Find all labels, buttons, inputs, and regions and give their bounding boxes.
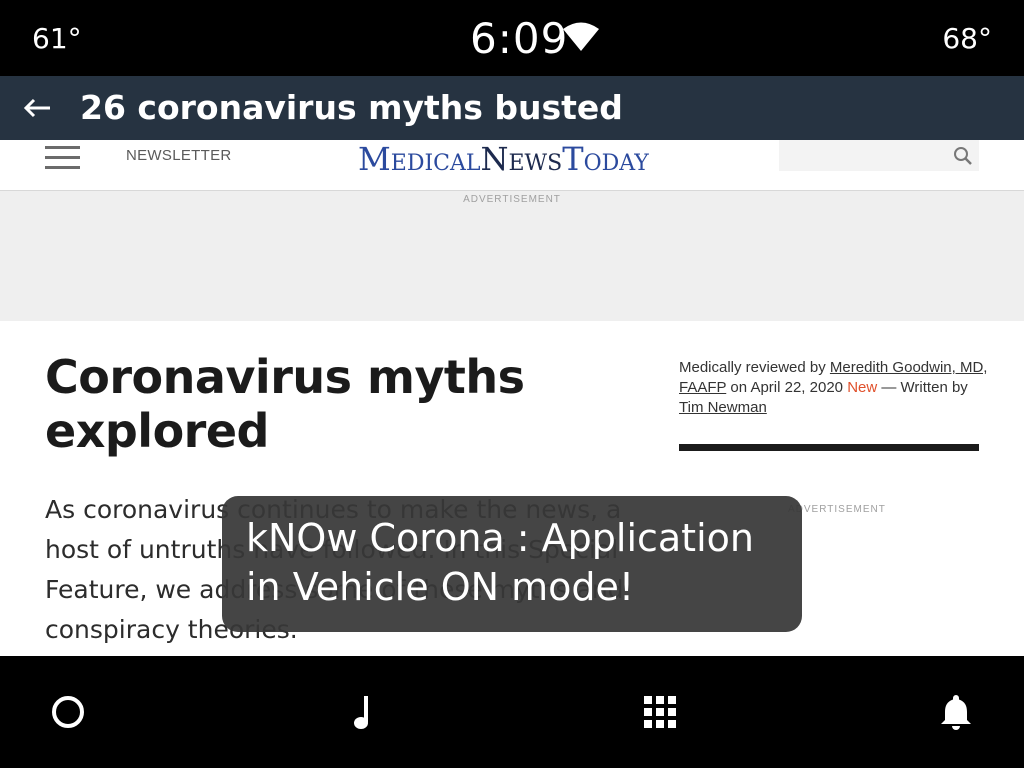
search-input[interactable]: [779, 140, 979, 171]
ad-banner: ADVERTISEMENT: [0, 191, 1024, 321]
back-arrow-icon[interactable]: [20, 90, 56, 126]
wifi-icon: [563, 22, 599, 51]
article-title: Coronavirus myths explored: [45, 350, 525, 458]
site-header: NEWSLETTER MEDICALNEWSTODAY: [0, 140, 1024, 191]
title-bar: 26 coronavirus myths busted: [0, 76, 1024, 140]
newsletter-link[interactable]: NEWSLETTER: [126, 147, 232, 164]
author-link[interactable]: Tim Newman: [679, 399, 767, 416]
driver-temperature[interactable]: 61°: [32, 22, 82, 55]
search-icon[interactable]: [953, 146, 973, 166]
hamburger-menu-icon[interactable]: [45, 144, 80, 170]
bell-icon[interactable]: [936, 692, 976, 732]
toast-message: kNOw Corona : Application in Vehicle ON …: [222, 496, 802, 632]
byline: Medically reviewed by Meredith Goodwin, …: [679, 359, 988, 416]
ad-label: ADVERTISEMENT: [463, 194, 561, 205]
page-title: 26 coronavirus myths busted: [80, 88, 623, 127]
music-note-icon[interactable]: [344, 692, 384, 732]
new-badge: New: [847, 379, 878, 396]
app-grid-icon[interactable]: [640, 692, 680, 732]
byline-divider: [679, 444, 979, 451]
clock: 6:09: [470, 14, 569, 63]
status-bar: 61° 6:09 68°: [0, 0, 1024, 76]
passenger-temperature[interactable]: 68°: [942, 22, 992, 55]
site-logo[interactable]: MEDICALNEWSTODAY: [358, 140, 649, 178]
system-nav-bar: [0, 656, 1024, 768]
side-ad-label: ADVERTISEMENT: [788, 504, 886, 515]
home-circle-icon[interactable]: [48, 692, 88, 732]
